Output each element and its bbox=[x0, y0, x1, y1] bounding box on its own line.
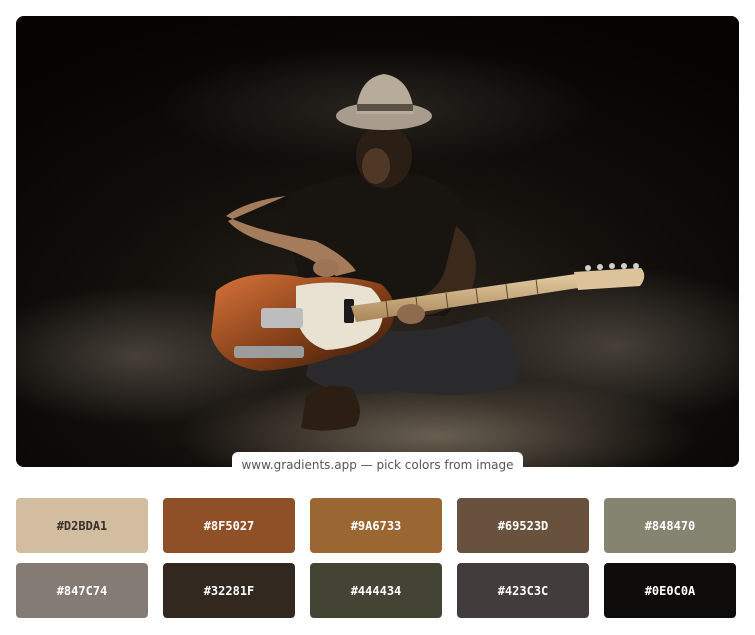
color-palette: #D2BDA1 #8F5027 #9A6733 #69523D #848470 … bbox=[16, 498, 739, 618]
color-swatch-3[interactable]: #9A6733 bbox=[310, 498, 442, 553]
swatch-hex-label: #9A6733 bbox=[350, 518, 402, 533]
color-swatch-6[interactable]: #847C74 bbox=[16, 563, 148, 618]
color-swatch-9[interactable]: #423C3C bbox=[457, 563, 589, 618]
color-swatch-4[interactable]: #69523D bbox=[457, 498, 589, 553]
color-swatch-5[interactable]: #848470 bbox=[604, 498, 736, 553]
swatch-hex-label: #8F5027 bbox=[203, 518, 255, 533]
swatch-hex-label: #D2BDA1 bbox=[56, 518, 108, 533]
swatch-hex-label: #848470 bbox=[644, 518, 696, 533]
color-swatch-2[interactable]: #8F5027 bbox=[163, 498, 295, 553]
color-swatch-7[interactable]: #32281F bbox=[163, 563, 295, 618]
swatch-hex-label: #69523D bbox=[497, 518, 549, 533]
swatch-hex-label: #847C74 bbox=[56, 583, 108, 598]
color-swatch-1[interactable]: #D2BDA1 bbox=[16, 498, 148, 553]
swatch-hex-label: #32281F bbox=[203, 583, 255, 598]
color-swatch-8[interactable]: #444434 bbox=[310, 563, 442, 618]
photo-illustration bbox=[16, 16, 739, 467]
swatch-hex-label: #0E0C0A bbox=[644, 583, 696, 598]
color-swatch-10[interactable]: #0E0C0A bbox=[604, 563, 736, 618]
source-photo bbox=[16, 16, 739, 467]
swatch-hex-label: #444434 bbox=[350, 583, 402, 598]
swatch-hex-label: #423C3C bbox=[497, 583, 549, 598]
image-caption: www.gradients.app — pick colors from ima… bbox=[232, 452, 523, 478]
